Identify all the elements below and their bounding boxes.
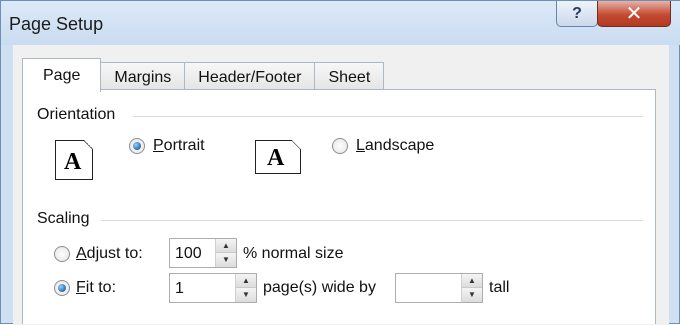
landscape-label[interactable]: Landscape xyxy=(356,137,434,155)
close-button[interactable]: ✕ xyxy=(597,1,671,27)
tab-header-footer[interactable]: Header/Footer xyxy=(184,62,316,92)
portrait-page-icon: A xyxy=(55,140,93,180)
close-icon: ✕ xyxy=(625,2,643,25)
adjust-to-label[interactable]: Adjust to: xyxy=(76,245,143,263)
spin-down-icon[interactable]: ▼ xyxy=(216,253,236,267)
tab-margins[interactable]: Margins xyxy=(100,62,186,92)
scaling-group-label: Scaling xyxy=(37,210,90,227)
fit-wide-value[interactable]: 1 xyxy=(175,280,184,298)
fit-wide-suffix: page(s) wide by xyxy=(263,279,376,296)
adjust-to-suffix: % normal size xyxy=(243,245,344,262)
fit-wide-spinner[interactable]: 1 ▲ ▼ xyxy=(169,273,257,303)
tab-sheet[interactable]: Sheet xyxy=(314,62,385,92)
spin-down-icon[interactable]: ▼ xyxy=(236,288,256,302)
spin-up-icon[interactable]: ▲ xyxy=(462,274,482,288)
dialog-title: Page Setup xyxy=(9,14,104,34)
fit-tall-spin-buttons[interactable]: ▲ ▼ xyxy=(461,274,482,302)
adjust-to-spinner[interactable]: 100 ▲ ▼ xyxy=(169,238,237,268)
adjust-to-value[interactable]: 100 xyxy=(175,245,202,263)
adjust-to-spin-buttons[interactable]: ▲ ▼ xyxy=(215,239,236,267)
title-bar[interactable]: Page Setup ? ✕ xyxy=(1,1,680,45)
help-button[interactable]: ? xyxy=(556,1,598,27)
fit-to-label[interactable]: Fit to: xyxy=(76,279,116,297)
fit-tall-spinner[interactable]: ▲ ▼ xyxy=(395,273,483,303)
page-tab-panel: Orientation A Portrait A Landscape Scali… xyxy=(22,89,656,324)
fit-wide-spin-buttons[interactable]: ▲ ▼ xyxy=(235,274,256,302)
spin-up-icon[interactable]: ▲ xyxy=(216,239,236,253)
tab-page[interactable]: Page xyxy=(22,58,102,92)
scaling-divider xyxy=(101,220,643,221)
adjust-to-radio[interactable] xyxy=(54,246,70,262)
portrait-label-rest: ortrait xyxy=(163,137,205,154)
landscape-radio[interactable] xyxy=(332,138,348,154)
fit-to-radio[interactable] xyxy=(54,280,70,296)
portrait-label[interactable]: Portrait xyxy=(153,137,205,155)
help-icon: ? xyxy=(572,4,582,22)
orientation-group-label: Orientation xyxy=(37,106,116,123)
tab-strip: Page Margins Header/Footer Sheet xyxy=(22,58,385,92)
fit-tall-suffix: tall xyxy=(489,279,510,296)
spin-down-icon[interactable]: ▼ xyxy=(462,288,482,302)
orientation-divider xyxy=(133,116,643,117)
landscape-page-icon: A xyxy=(255,140,301,174)
landscape-label-rest: andscape xyxy=(364,137,435,154)
portrait-radio[interactable] xyxy=(129,138,145,154)
spin-up-icon[interactable]: ▲ xyxy=(236,274,256,288)
